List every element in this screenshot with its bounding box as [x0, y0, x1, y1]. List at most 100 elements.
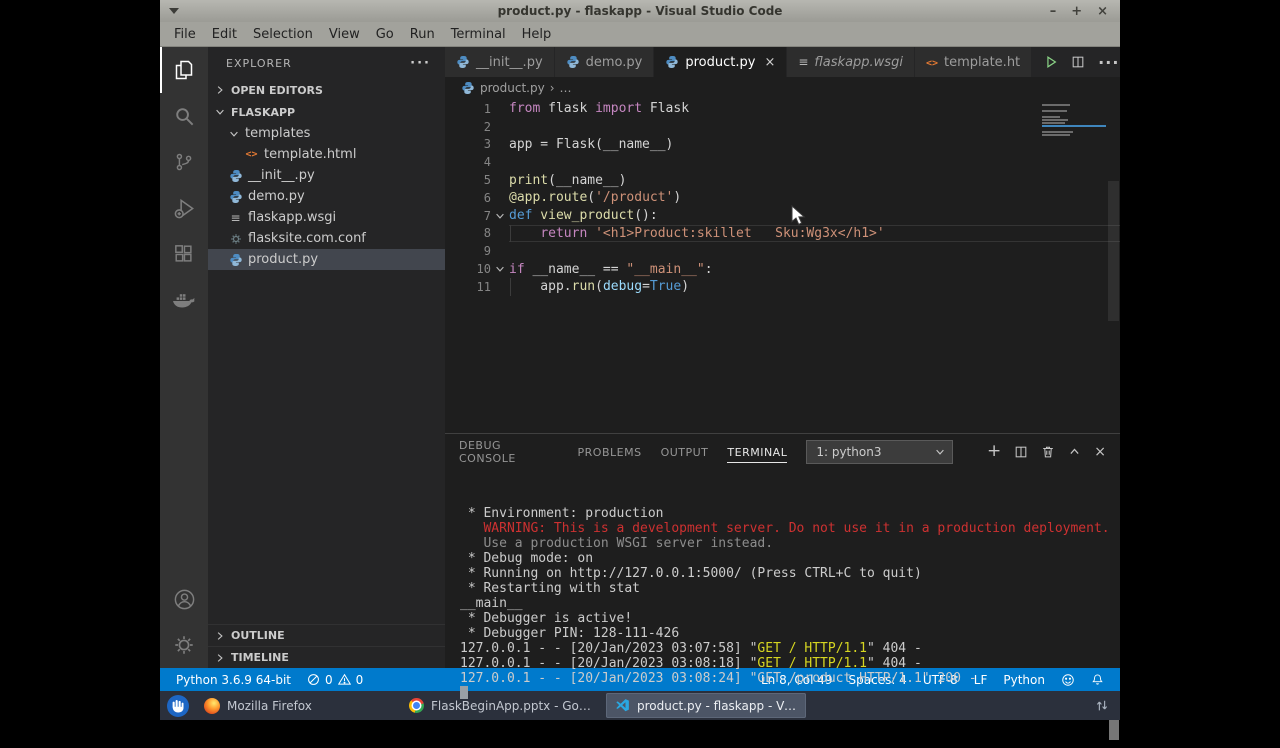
- explorer-more-actions-icon[interactable]: ···: [410, 56, 431, 71]
- code-line-2[interactable]: 2: [445, 118, 1120, 136]
- window-title: product.py - flaskapp - Visual Studio Co…: [497, 4, 783, 18]
- code-token: app.: [509, 279, 572, 295]
- terminal-line: [460, 686, 1120, 703]
- split-editor-button[interactable]: [1071, 55, 1085, 69]
- menu-go[interactable]: Go: [368, 25, 402, 44]
- terminal-line: WARNING: This is a development server. D…: [460, 521, 1120, 536]
- problems[interactable]: 00: [299, 668, 371, 691]
- code-token: return: [540, 225, 588, 241]
- tab-flaskapp-wsgi[interactable]: ≡ flaskapp.wsgi: [787, 47, 915, 77]
- close-button[interactable]: ×: [1097, 5, 1108, 18]
- python-file-icon: [228, 169, 243, 183]
- terminal-selector[interactable]: 1: python3: [806, 439, 954, 464]
- file-item--init-py[interactable]: __init__.py: [208, 165, 445, 186]
- new-terminal-button[interactable]: +: [987, 443, 1001, 460]
- file-item-flaskapp-wsgi[interactable]: ≡ flaskapp.wsgi: [208, 207, 445, 228]
- section-outline[interactable]: OUTLINE: [208, 624, 445, 646]
- close-panel-button[interactable]: ×: [1094, 444, 1106, 460]
- breadcrumb-more[interactable]: …: [560, 81, 572, 95]
- file-item-template-html[interactable]: <> template.html: [208, 144, 445, 165]
- editor-scrollbar[interactable]: [1108, 181, 1119, 321]
- file-item-flasksite-com-conf[interactable]: flasksite.com.conf: [208, 228, 445, 249]
- file-item-demo-py[interactable]: demo.py: [208, 186, 445, 207]
- activity-account[interactable]: [160, 576, 208, 622]
- tab-close-icon[interactable]: ×: [764, 55, 775, 70]
- code-line-7[interactable]: 7 def view_product ():: [445, 207, 1120, 225]
- tab-template-ht[interactable]: <> template.ht: [914, 47, 1033, 77]
- terminal-text: * Restarting with stat: [460, 581, 641, 596]
- menu-run[interactable]: Run: [402, 25, 443, 44]
- terminal-output: * Environment: production WARNING: This …: [460, 506, 1120, 703]
- panel-tab-debug-console[interactable]: DEBUG CONSOLE: [459, 434, 559, 469]
- html-file-icon: <>: [245, 149, 258, 160]
- tab-demo-py[interactable]: demo.py: [554, 47, 655, 77]
- sidebar: EXPLORER ··· OPEN EDITORS FLASKAPP templat…: [208, 47, 445, 668]
- section-label: FLASKAPP: [231, 105, 296, 119]
- activity-search[interactable]: [160, 93, 208, 139]
- file-item-templates[interactable]: templates: [208, 123, 445, 144]
- section-open-editors[interactable]: OPEN EDITORS: [208, 79, 445, 101]
- split-terminal-button[interactable]: [1014, 445, 1028, 459]
- explorer-title: EXPLORER: [226, 56, 292, 70]
- activity-docker[interactable]: [160, 277, 208, 323]
- code-line-4[interactable]: 4: [445, 153, 1120, 171]
- panel-tab-output[interactable]: OUTPUT: [661, 441, 709, 463]
- menu-edit[interactable]: Edit: [204, 25, 245, 44]
- taskbar-item-firefox[interactable]: Mozilla Firefox: [196, 693, 396, 718]
- terminal[interactable]: * Environment: production WARNING: This …: [445, 469, 1120, 748]
- minimap-line: [1042, 109, 1068, 112]
- account-icon: [173, 588, 196, 611]
- code-line-1[interactable]: 1 from flask import Flask: [445, 100, 1120, 118]
- code-line-6[interactable]: 6 @app.route('/product'): [445, 189, 1120, 207]
- window-shade-icon[interactable]: [169, 8, 179, 14]
- menu-file[interactable]: File: [166, 25, 204, 44]
- tab--init-py[interactable]: __init__.py: [445, 47, 555, 77]
- activity-settings[interactable]: [160, 622, 208, 668]
- run-button[interactable]: [1044, 55, 1058, 69]
- code-line-9[interactable]: 9: [445, 242, 1120, 260]
- activity-run-debug[interactable]: [160, 185, 208, 231]
- activity-extensions[interactable]: [160, 231, 208, 277]
- activity-source-control[interactable]: [160, 139, 208, 185]
- terminal-text: GET / HTTP/1.1: [757, 641, 867, 656]
- start-menu-button[interactable]: [165, 693, 191, 719]
- code-line-10[interactable]: 10 if __name__ == "__main__":: [445, 260, 1120, 278]
- maximize-panel-button[interactable]: [1068, 445, 1081, 458]
- activity-explorer[interactable]: [160, 47, 208, 93]
- section-folder-flaskapp[interactable]: FLASKAPP: [208, 101, 445, 123]
- terminal-line: 127.0.0.1 - - [20/Jan/2023 03:07:58] "GE…: [460, 641, 1120, 656]
- code-line-5[interactable]: 5 print (__name__): [445, 171, 1120, 189]
- code-token: ): [681, 279, 690, 295]
- panel-tab-terminal[interactable]: TERMINAL: [727, 441, 788, 463]
- panel-tab-problems[interactable]: PROBLEMS: [578, 441, 642, 463]
- breadcrumb-file[interactable]: product.py: [480, 81, 545, 95]
- python-version[interactable]: Python 3.6.9 64-bit: [168, 668, 299, 691]
- minimap-line: [1042, 130, 1074, 133]
- code-line-11[interactable]: 11 app. run(debug = True): [445, 277, 1120, 296]
- html-icon: <>: [925, 57, 938, 69]
- breadcrumb[interactable]: product.py › …: [445, 77, 1120, 99]
- file-tree: templates <> template.html __init__.py demo.…: [208, 123, 445, 270]
- minimap[interactable]: [1042, 104, 1106, 137]
- maximize-button[interactable]: +: [1071, 5, 1082, 18]
- terminal-text: " 404 -: [867, 641, 922, 656]
- more-actions-button[interactable]: ···: [1098, 53, 1119, 72]
- code-line-3[interactable]: 3 app = Flask(__name__): [445, 136, 1120, 154]
- minimap-line: [1042, 118, 1069, 121]
- menu-selection[interactable]: Selection: [245, 25, 321, 44]
- code-text: if __name__ == "__main__":: [509, 260, 1120, 278]
- python-icon: [665, 55, 679, 69]
- menu-help[interactable]: Help: [514, 25, 560, 44]
- file-item-product-py[interactable]: product.py: [208, 249, 445, 270]
- chrome-icon: [409, 698, 424, 713]
- code-token: flask: [540, 101, 596, 117]
- section-timeline[interactable]: TIMELINE: [208, 646, 445, 668]
- tab-product-py[interactable]: product.py ×: [654, 47, 788, 77]
- menu-terminal[interactable]: Terminal: [443, 25, 514, 44]
- terminal-scrollbar[interactable]: [1109, 720, 1119, 740]
- editor[interactable]: 1 from flask import Flask 2 3 app = Flask(__…: [445, 99, 1120, 433]
- kill-terminal-button[interactable]: [1041, 445, 1055, 459]
- menu-view[interactable]: View: [321, 25, 368, 44]
- minimize-button[interactable]: –: [1050, 5, 1057, 18]
- code-line-8[interactable]: 8 return '<h1>Product:skillet Sku:Wg3x</…: [445, 224, 1120, 243]
